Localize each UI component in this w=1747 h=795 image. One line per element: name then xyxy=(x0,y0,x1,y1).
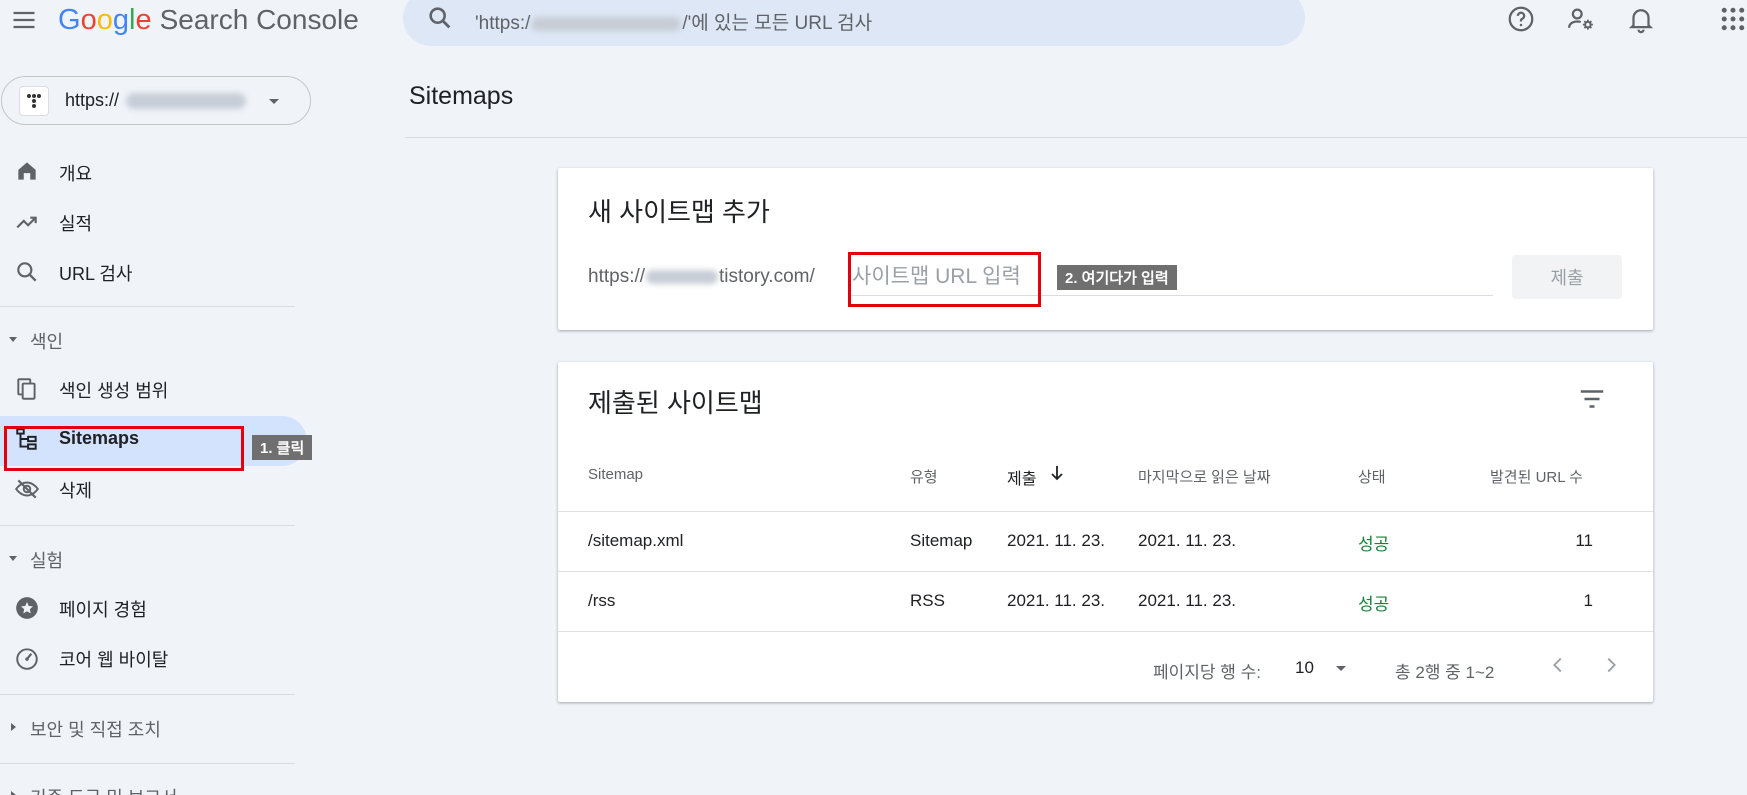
search-placeholder[interactable]: 'https:/ /'에 있는 모든 URL 검사 xyxy=(475,8,872,35)
click-highlight-box xyxy=(4,426,244,471)
sidebar-divider xyxy=(0,694,295,695)
column-header-last-read[interactable]: 마지막으로 읽은 날짜 xyxy=(1138,466,1271,487)
filter-icon[interactable] xyxy=(1577,384,1607,414)
cell-sitemap[interactable]: /sitemap.xml xyxy=(588,531,683,551)
app-logo[interactable]: Google Search Console xyxy=(58,4,359,37)
expand-triangle-icon[interactable] xyxy=(7,789,19,795)
cell-last-read: 2021. 11. 23. xyxy=(1138,531,1236,550)
section-index[interactable]: 색인 xyxy=(30,328,63,354)
title-divider xyxy=(405,137,1747,138)
table-row[interactable] xyxy=(558,512,1653,571)
add-sitemap-title: 새 사이트맵 추가 xyxy=(588,197,770,227)
dropdown-arrow-icon[interactable] xyxy=(1333,660,1349,676)
user-settings-icon[interactable] xyxy=(1566,4,1596,34)
prefix-scheme: https:// xyxy=(588,266,646,287)
cell-status: 성공 xyxy=(1358,535,1390,554)
input-annotation: 2. 여기다가 입력 xyxy=(1057,265,1177,290)
table-row[interactable] xyxy=(558,572,1653,631)
column-header-status[interactable]: 상태 xyxy=(1358,466,1386,487)
notifications-icon[interactable] xyxy=(1626,4,1656,34)
submit-button[interactable]: 제출 xyxy=(1512,255,1622,299)
apps-grid-icon[interactable] xyxy=(1718,4,1747,34)
chevron-left-icon[interactable] xyxy=(1547,654,1569,676)
section-security[interactable]: 보안 및 직접 조치 xyxy=(30,716,161,742)
nav-item-page-experience[interactable]: 페이지 경험 xyxy=(59,596,147,622)
cell-type: RSS xyxy=(910,591,945,610)
expand-triangle-icon[interactable] xyxy=(7,721,19,733)
nav-item-core-web-vitals[interactable]: 코어 웹 바이탈 xyxy=(59,646,168,672)
pagination-range: 총 2행 중 1~2 xyxy=(1395,663,1495,682)
chevron-right-icon[interactable] xyxy=(1600,654,1622,676)
page-title: Sitemaps xyxy=(409,82,514,110)
cell-status: 성공 xyxy=(1358,595,1390,614)
column-header-submitted[interactable]: 제출 xyxy=(1007,465,1036,489)
sidebar-divider xyxy=(0,763,295,764)
column-header-discovered-urls[interactable]: 발견된 URL 수 xyxy=(1490,466,1583,487)
copy-icon xyxy=(14,376,40,402)
logo-letter: o xyxy=(96,4,113,36)
search-prefix: 'https:/ xyxy=(475,13,531,34)
gauge-icon xyxy=(14,645,40,671)
cell-submitted: 2021. 11. 23. xyxy=(1007,591,1105,610)
input-highlight-box xyxy=(848,252,1041,307)
cell-sitemap[interactable]: /rss xyxy=(588,591,615,611)
sidebar-divider xyxy=(0,306,295,307)
cell-url-count: 11 xyxy=(1575,531,1593,550)
rows-per-page-select[interactable]: 10 xyxy=(1295,658,1314,678)
cell-url-count: 1 xyxy=(1583,591,1593,610)
submitted-sitemaps-title: 제출된 사이트맵 xyxy=(588,388,763,418)
collapse-triangle-icon[interactable] xyxy=(7,552,19,564)
sitemap-url-prefix: https:// tistory.com/ xyxy=(588,266,815,288)
column-header-sitemap[interactable]: Sitemap xyxy=(588,466,643,483)
product-name: Search Console xyxy=(159,4,359,35)
eye-off-icon xyxy=(14,476,40,502)
property-favicon xyxy=(19,86,49,116)
search-icon[interactable] xyxy=(426,4,454,32)
nav-item-performance[interactable]: 실적 xyxy=(59,210,92,236)
star-circle-icon xyxy=(14,595,40,621)
dropdown-arrow-icon[interactable] xyxy=(266,93,282,109)
prefix-domain: tistory.com/ xyxy=(719,266,815,287)
section-experience[interactable]: 실험 xyxy=(30,547,63,573)
collapse-triangle-icon[interactable] xyxy=(7,333,19,345)
click-annotation: 1. 클릭 xyxy=(252,435,313,460)
logo-letter: o xyxy=(80,4,97,36)
logo-letter: G xyxy=(58,4,81,36)
cell-last-read: 2021. 11. 23. xyxy=(1138,591,1236,610)
nav-item-coverage[interactable]: 색인 생성 범위 xyxy=(59,377,168,403)
logo-letter: e xyxy=(135,4,152,36)
rows-per-page-label: 페이지당 행 수: xyxy=(1153,663,1262,682)
cell-type: Sitemap xyxy=(910,531,973,550)
sidebar-divider xyxy=(0,525,295,526)
sort-down-arrow-icon[interactable] xyxy=(1048,464,1066,482)
home-icon xyxy=(14,158,40,184)
search-suffix: /'에 있는 모든 URL 검사 xyxy=(682,13,873,34)
menu-icon[interactable] xyxy=(10,6,38,34)
blurred-domain xyxy=(531,16,682,31)
blurred-subdomain xyxy=(646,269,719,284)
blurred-property-domain xyxy=(126,93,246,109)
logo-letter: g xyxy=(112,4,129,36)
nav-item-overview[interactable]: 개요 xyxy=(59,160,92,186)
column-header-type[interactable]: 유형 xyxy=(910,466,938,487)
nav-item-url-inspection[interactable]: URL 검사 xyxy=(59,260,132,286)
search-icon xyxy=(14,259,40,285)
property-url: https:// xyxy=(65,90,120,110)
trending-up-icon xyxy=(14,209,40,235)
help-icon[interactable] xyxy=(1506,4,1536,34)
nav-item-removals[interactable]: 삭제 xyxy=(59,477,92,503)
section-legacy-tools[interactable]: 기존 도구 및 보고서 xyxy=(30,784,177,795)
cell-submitted: 2021. 11. 23. xyxy=(1007,531,1105,550)
row-divider xyxy=(558,631,1653,632)
